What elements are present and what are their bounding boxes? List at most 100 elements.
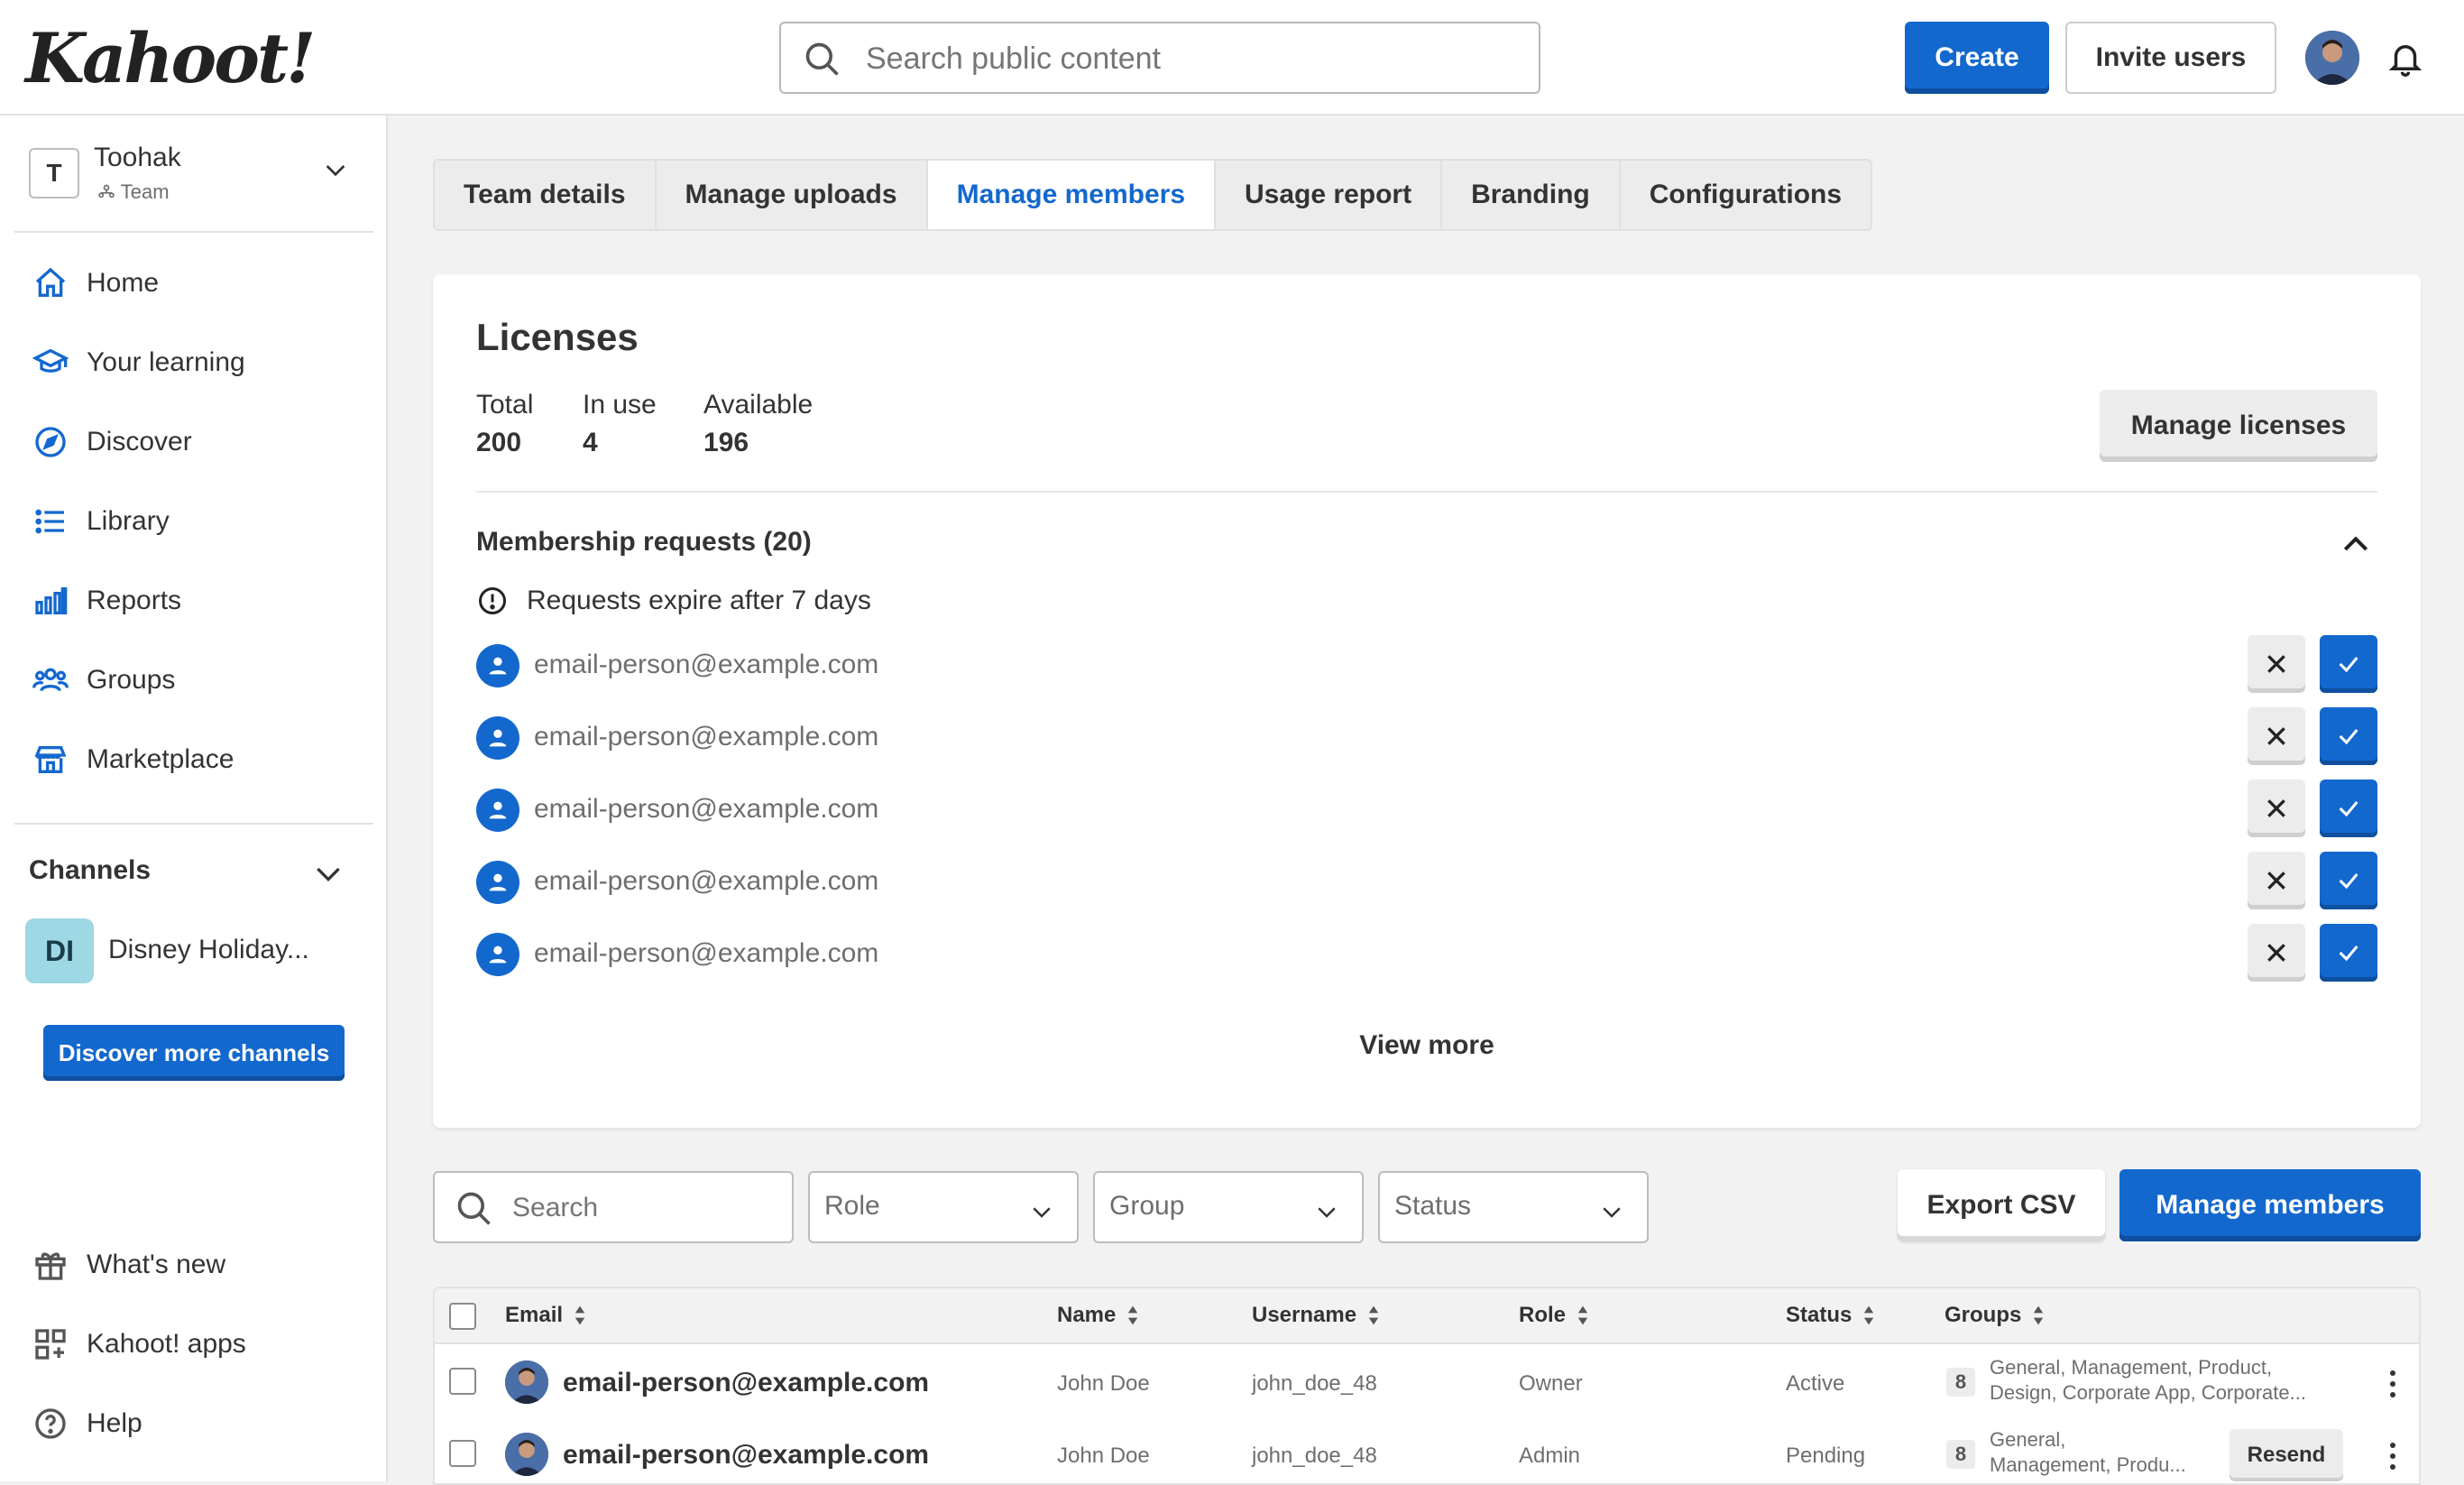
request-email: email-person@example.com: [534, 650, 879, 679]
search-icon: [457, 1192, 491, 1225]
manage-members-button[interactable]: Manage members: [2119, 1169, 2421, 1241]
more-options-icon[interactable]: [2379, 1440, 2406, 1472]
member-status: Pending: [1786, 1443, 1866, 1468]
nav-item-home[interactable]: Home: [32, 256, 159, 310]
reject-request-button[interactable]: [2248, 635, 2305, 693]
top-bar: Kahoot! Create Invite users: [0, 0, 2464, 115]
table-row[interactable]: email-person@example.com John Doe john_d…: [435, 1346, 2419, 1418]
reject-request-button[interactable]: [2248, 707, 2305, 765]
column-name[interactable]: Name: [1057, 1303, 1139, 1328]
status-dropdown[interactable]: Status: [1378, 1171, 1649, 1243]
column-username[interactable]: Username: [1252, 1303, 1380, 1328]
sort-icon: [575, 1305, 585, 1325]
column-email[interactable]: Email: [505, 1303, 586, 1328]
info-icon: [479, 587, 506, 614]
create-button[interactable]: Create: [1905, 22, 2049, 94]
channels-title: Channels: [29, 855, 152, 885]
role-dropdown[interactable]: Role: [808, 1171, 1079, 1243]
table-row[interactable]: email-person@example.com John Doe john_d…: [435, 1418, 2419, 1483]
avatar: [505, 1360, 548, 1404]
row-checkbox[interactable]: [449, 1368, 476, 1395]
gift-icon: [35, 1252, 66, 1280]
chevron-down-icon: [1033, 1207, 1051, 1218]
row-checkbox[interactable]: [449, 1440, 476, 1467]
member-role: Admin: [1519, 1443, 1581, 1468]
public-search-box[interactable]: [779, 22, 1540, 94]
export-csv-button[interactable]: Export CSV: [1898, 1169, 2105, 1241]
accept-request-button[interactable]: [2320, 852, 2377, 909]
group-dropdown[interactable]: Group: [1093, 1171, 1364, 1243]
reject-request-button[interactable]: [2248, 779, 2305, 837]
people-icon: [32, 668, 69, 692]
person-icon: [476, 861, 519, 904]
member-email: email-person@example.com: [563, 1368, 930, 1397]
member-name: John Doe: [1057, 1371, 1150, 1396]
sort-icon: [2034, 1305, 2044, 1325]
request-email: email-person@example.com: [534, 722, 879, 752]
channel-name: Disney Holiday...: [108, 935, 309, 964]
manage-licenses-button[interactable]: Manage licenses: [2100, 390, 2377, 462]
search-input[interactable]: [866, 36, 1515, 81]
request-email: email-person@example.com: [534, 794, 879, 824]
check-icon: [2339, 729, 2358, 745]
reject-request-button[interactable]: [2248, 924, 2305, 982]
tab-usage-report[interactable]: Usage report: [1216, 161, 1443, 229]
bell-icon[interactable]: [2386, 38, 2424, 82]
chevron-up-icon[interactable]: [2338, 527, 2374, 563]
channel-badge: DI: [25, 918, 94, 983]
check-icon: [2339, 657, 2358, 673]
request-row: email-person@example.com: [476, 852, 2377, 909]
nav-item-reports[interactable]: Reports: [32, 574, 181, 628]
more-options-icon[interactable]: [2379, 1368, 2406, 1400]
close-icon: [2267, 944, 2285, 962]
kahoot-logo[interactable]: Kahoot!: [25, 18, 316, 98]
user-avatar[interactable]: [2305, 31, 2359, 85]
column-status[interactable]: Status: [1786, 1303, 1875, 1328]
select-all-checkbox[interactable]: [449, 1303, 476, 1330]
chevron-down-icon[interactable]: [310, 855, 346, 891]
tab-manage-members[interactable]: Manage members: [927, 161, 1217, 229]
license-available: Available 196: [703, 390, 814, 457]
tab-team-details[interactable]: Team details: [435, 161, 657, 229]
accept-request-button[interactable]: [2320, 924, 2377, 982]
close-icon: [2267, 655, 2285, 673]
resend-invite-button[interactable]: Resend: [2230, 1429, 2343, 1481]
group-count-badge: 8: [1946, 1368, 1975, 1397]
member-search-box[interactable]: [433, 1171, 794, 1243]
list-icon: [35, 509, 64, 534]
close-icon: [2267, 872, 2285, 890]
requests-expiry-note: Requests expire after 7 days: [476, 585, 871, 617]
team-tabs: Team details Manage uploads Manage membe…: [433, 159, 1873, 231]
group-count-badge: 8: [1946, 1440, 1975, 1469]
licenses-title: Licenses: [476, 316, 639, 358]
nav-item-marketplace[interactable]: Marketplace: [32, 733, 234, 787]
person-icon: [476, 789, 519, 832]
invite-users-button[interactable]: Invite users: [2065, 22, 2276, 94]
column-groups[interactable]: Groups: [1945, 1303, 2045, 1328]
nav-item-discover[interactable]: Discover: [32, 415, 192, 469]
nav-item-library[interactable]: Library: [32, 494, 170, 549]
nav-item-your-learning[interactable]: Your learning: [32, 336, 245, 390]
member-name: John Doe: [1057, 1443, 1150, 1468]
nav-item-kahoot-apps[interactable]: Kahoot! apps: [32, 1317, 246, 1371]
nav-item-whats-new[interactable]: What's new: [32, 1238, 225, 1292]
accept-request-button[interactable]: [2320, 707, 2377, 765]
nav-item-help[interactable]: Help: [32, 1397, 143, 1451]
view-more-link[interactable]: View more: [433, 1030, 2421, 1061]
reject-request-button[interactable]: [2248, 852, 2305, 909]
search-icon: [805, 42, 839, 76]
close-icon: [2267, 799, 2285, 817]
discover-channels-button[interactable]: Discover more channels: [43, 1025, 345, 1081]
tab-manage-uploads[interactable]: Manage uploads: [657, 161, 928, 229]
tab-configurations[interactable]: Configurations: [1621, 161, 1871, 229]
member-search-input[interactable]: [512, 1185, 783, 1231]
accept-request-button[interactable]: [2320, 779, 2377, 837]
membership-requests-title: Membership requests (20): [476, 527, 812, 557]
nav-item-groups[interactable]: Groups: [32, 653, 175, 707]
tab-branding[interactable]: Branding: [1442, 161, 1621, 229]
sort-icon: [1128, 1305, 1138, 1325]
accept-request-button[interactable]: [2320, 635, 2377, 693]
person-icon: [476, 716, 519, 760]
avatar: [505, 1433, 548, 1476]
column-role[interactable]: Role: [1519, 1303, 1589, 1328]
